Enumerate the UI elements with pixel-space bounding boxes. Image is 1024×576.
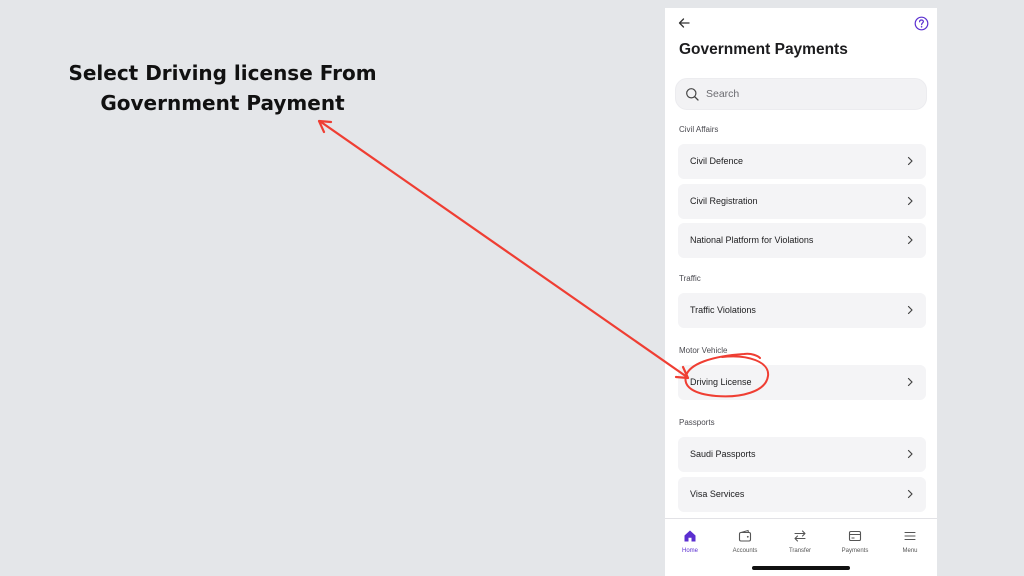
section-label-passports: Passports (679, 418, 715, 427)
list-item-label: Saudi Passports (690, 449, 756, 459)
wallet-icon (738, 529, 752, 542)
menu-icon (904, 531, 916, 541)
nav-label-menu: Menu (902, 548, 918, 554)
section-label-motor-vehicle: Motor Vehicle (679, 346, 728, 355)
nav-item-accounts[interactable]: Accounts (721, 529, 769, 567)
transfer-icon (794, 530, 806, 542)
list-item-label: Traffic Violations (690, 305, 756, 315)
list-item-label: National Platform for Violations (690, 235, 814, 245)
list-item-label: Driving License (690, 377, 752, 387)
list-item-label: Civil Registration (690, 196, 758, 206)
list-item-civil-defence[interactable]: Civil Defence (678, 144, 926, 179)
chevron-right-icon (907, 235, 913, 245)
chevron-right-icon (907, 196, 913, 206)
search-icon (686, 88, 699, 101)
section-label-civil-affairs: Civil Affairs (679, 125, 719, 134)
annotation-line-2: Government Payment (100, 91, 345, 115)
list-item-label: Civil Defence (690, 156, 744, 166)
phone-screen: Government Payments Civil Affairs Civil … (665, 8, 937, 576)
list-item-traffic-violations[interactable]: Traffic Violations (678, 293, 926, 328)
arrow-left-icon[interactable] (677, 16, 691, 30)
section-label-traffic: Traffic (679, 274, 701, 283)
nav-label-home: Home (681, 548, 698, 554)
annotation-caption: Select Driving license From Government P… (60, 58, 385, 118)
nav-label-payments: Payments (841, 548, 869, 554)
chevron-right-icon (907, 305, 913, 315)
list-item-visa-services[interactable]: Visa Services (678, 477, 926, 512)
chevron-right-icon (907, 449, 913, 459)
double-arrow-icon (317, 119, 690, 380)
annotation-line-1: Select Driving license From (68, 61, 377, 85)
nav-item-payments[interactable]: Payments (831, 529, 879, 567)
home-icon (684, 530, 696, 542)
nav-label-accounts: Accounts (732, 548, 758, 554)
question-circle-icon[interactable] (914, 16, 929, 31)
page-title: Government Payments (679, 41, 848, 58)
nav-item-home[interactable]: Home (666, 529, 714, 567)
list-item-saudi-passports[interactable]: Saudi Passports (678, 437, 926, 472)
nav-label-transfer: Transfer (788, 548, 812, 554)
list-item-civil-registration[interactable]: Civil Registration (678, 184, 926, 219)
card-icon (848, 530, 862, 542)
chevron-right-icon (907, 377, 913, 387)
list-item-driving-license[interactable]: Driving License (678, 365, 926, 400)
nav-item-menu[interactable]: Menu (886, 529, 934, 567)
search-box[interactable] (675, 78, 927, 110)
list-item-national-platform-violations[interactable]: National Platform for Violations (678, 223, 926, 258)
chevron-right-icon (907, 489, 913, 499)
top-bar (665, 8, 937, 38)
home-indicator (752, 566, 850, 570)
nav-item-transfer[interactable]: Transfer (776, 529, 824, 567)
list-item-label: Visa Services (690, 489, 745, 499)
chevron-right-icon (907, 156, 913, 166)
search-input[interactable] (706, 80, 916, 108)
